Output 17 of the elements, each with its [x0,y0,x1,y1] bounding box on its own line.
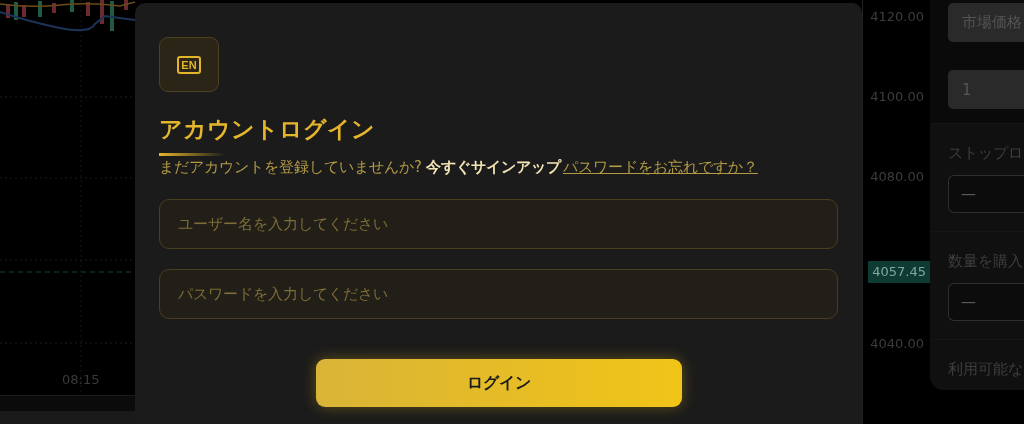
language-button[interactable]: EN [159,37,219,92]
signup-link[interactable]: 今すぐサインアップ [425,158,561,177]
time-axis-label: 08:15 [62,372,100,387]
dialog-title: アカウントログイン [159,115,376,144]
input-field[interactable]: パスワードを入力してください [159,269,838,319]
price-axis-label: 4040.00 [870,335,925,353]
signup-prompt: まだアカウントを登録していませんか? [159,158,422,177]
title-underline [159,153,225,156]
price-axis-label: 4100.00 [870,88,925,106]
price-axis-label: 4080.00 [870,168,925,186]
price-axis-label: 4120.00 [870,8,925,26]
forgot-password-link[interactable]: パスワードをお忘れですか？ [562,158,758,177]
order-input-field[interactable]: — [948,175,1024,213]
current-price-badge: 4057.45 [868,261,930,283]
login-button[interactable]: ログイン [315,359,682,407]
order-input-field[interactable]: — [948,283,1024,321]
input-field[interactable]: ユーザー名を入力してください [159,199,838,249]
